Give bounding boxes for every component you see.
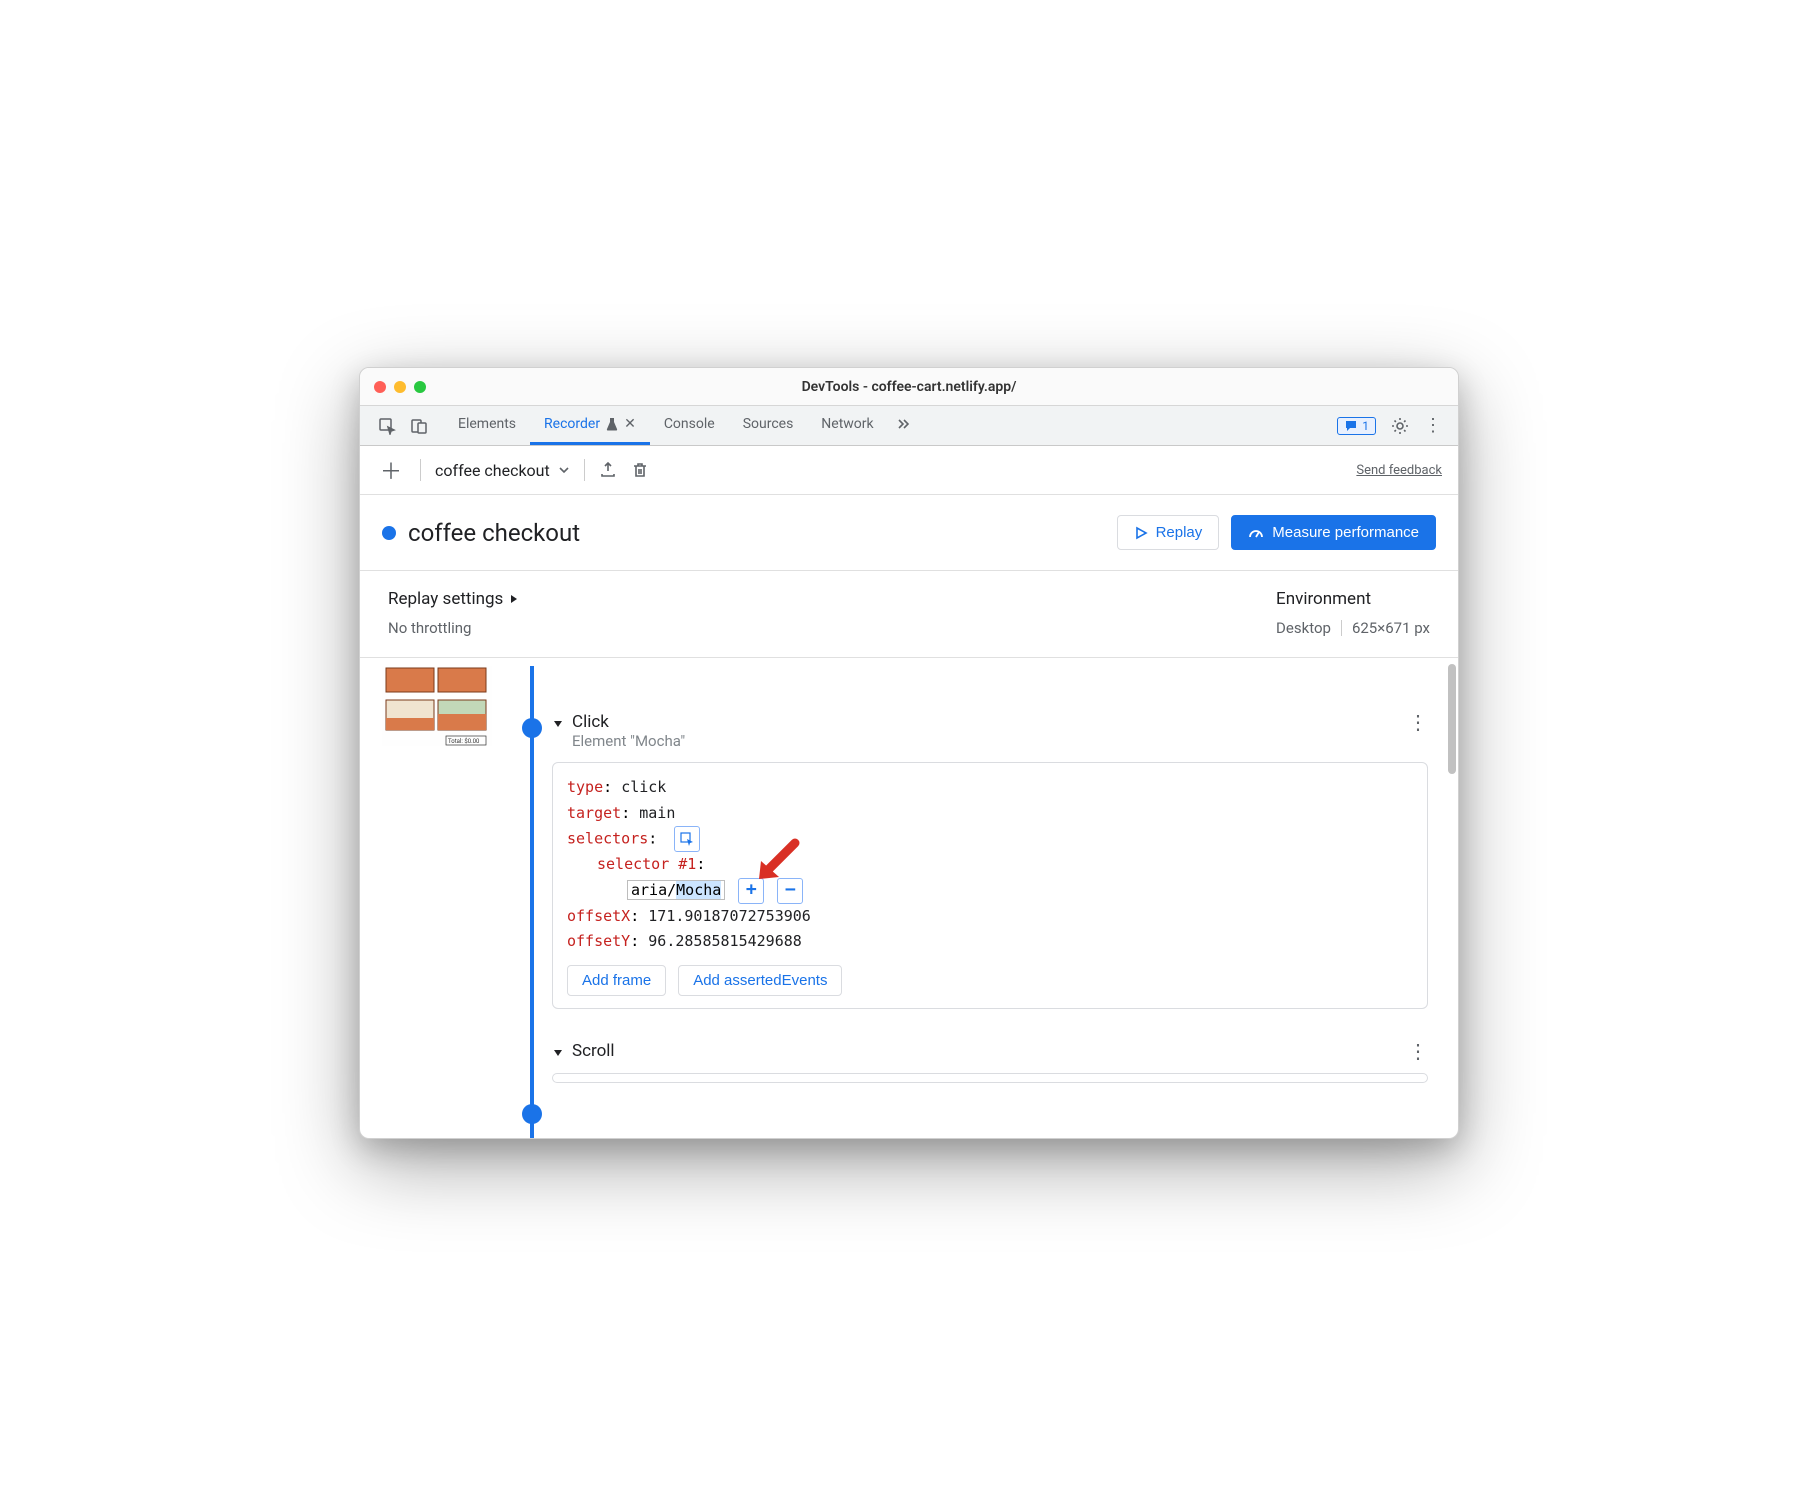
send-feedback-link[interactable]: Send feedback bbox=[1356, 463, 1442, 478]
environment-viewport: 625×671 px bbox=[1352, 619, 1430, 637]
step-menu-button[interactable]: ⋮ bbox=[1408, 712, 1428, 732]
timeline-step-dot[interactable] bbox=[522, 718, 542, 738]
inspect-element-icon[interactable] bbox=[378, 417, 396, 435]
recording-status-dot bbox=[382, 526, 396, 540]
prop-value: 96.28585815429688 bbox=[648, 932, 802, 950]
gauge-icon bbox=[1248, 525, 1264, 541]
scrollbar-thumb[interactable] bbox=[1448, 664, 1456, 774]
trash-icon bbox=[631, 461, 649, 479]
recording-header: coffee checkout Replay Measure performan… bbox=[360, 495, 1458, 571]
issues-counter[interactable]: 1 bbox=[1337, 417, 1376, 435]
element-picker-button[interactable] bbox=[674, 826, 700, 852]
recording-select-label: coffee checkout bbox=[435, 461, 550, 480]
kebab-menu-icon[interactable]: ⋮ bbox=[1424, 415, 1442, 436]
prop-key: selectors bbox=[567, 830, 648, 848]
selector-value: Mocha bbox=[676, 881, 721, 899]
step-details-card bbox=[552, 1073, 1428, 1083]
prop-key: type bbox=[567, 778, 603, 796]
tab-console[interactable]: Console bbox=[650, 406, 729, 445]
replay-settings-label: Replay settings bbox=[388, 589, 503, 609]
recorder-toolbar: ＋ coffee checkout Send feedback bbox=[360, 446, 1458, 495]
settings-row: Replay settings No throttling Environmen… bbox=[360, 571, 1458, 658]
step-details-card: type: click target: main selectors: sele… bbox=[552, 762, 1428, 1009]
chevron-double-right-icon bbox=[896, 416, 912, 432]
divider bbox=[420, 459, 421, 481]
step-menu-button[interactable]: ⋮ bbox=[1408, 1041, 1428, 1061]
remove-selector-button[interactable]: − bbox=[777, 878, 803, 904]
window-titlebar: DevTools - coffee-cart.netlify.app/ bbox=[360, 368, 1458, 406]
prop-value: click bbox=[621, 778, 666, 796]
prop-key: offsetX bbox=[567, 907, 630, 925]
timeline-step-dot[interactable] bbox=[522, 1104, 542, 1124]
selector-label: selector #1 bbox=[597, 855, 696, 873]
add-frame-button[interactable]: Add frame bbox=[567, 965, 666, 996]
divider bbox=[584, 459, 585, 481]
more-tabs-button[interactable] bbox=[888, 406, 920, 445]
chevron-down-icon bbox=[558, 464, 570, 476]
issues-count: 1 bbox=[1362, 419, 1369, 433]
add-asserted-events-button[interactable]: Add assertedEvents bbox=[678, 965, 842, 996]
tab-sources[interactable]: Sources bbox=[729, 406, 808, 445]
chevron-right-icon bbox=[509, 593, 519, 605]
svg-text:Total: $0.00: Total: $0.00 bbox=[448, 738, 480, 745]
play-icon bbox=[1134, 526, 1148, 540]
environment-device: Desktop bbox=[1276, 619, 1331, 637]
export-button[interactable] bbox=[599, 461, 617, 479]
recording-select[interactable]: coffee checkout bbox=[435, 461, 570, 480]
step-subtitle: Element "Mocha" bbox=[572, 732, 685, 750]
gear-icon bbox=[1390, 416, 1410, 436]
throttling-value: No throttling bbox=[388, 619, 519, 637]
measure-label: Measure performance bbox=[1272, 524, 1419, 541]
tab-recorder-label: Recorder bbox=[544, 416, 600, 432]
chevron-down-icon[interactable] bbox=[552, 1047, 564, 1059]
recording-title: coffee checkout bbox=[408, 519, 580, 547]
selector-prefix: aria/ bbox=[631, 881, 676, 899]
add-selector-button[interactable]: + bbox=[738, 878, 764, 904]
step-title: Scroll bbox=[572, 1041, 615, 1061]
replay-settings-toggle[interactable]: Replay settings bbox=[388, 589, 519, 609]
prop-key: offsetY bbox=[567, 932, 630, 950]
flask-icon bbox=[606, 417, 618, 431]
window-title: DevTools - coffee-cart.netlify.app/ bbox=[360, 379, 1458, 395]
devtools-tabbar: Elements Recorder ✕ Console Sources Netw… bbox=[360, 406, 1458, 446]
chat-icon bbox=[1344, 419, 1358, 433]
settings-icon[interactable] bbox=[1390, 416, 1410, 436]
chevron-down-icon[interactable] bbox=[552, 718, 564, 730]
divider bbox=[1341, 620, 1342, 636]
tab-recorder[interactable]: Recorder ✕ bbox=[530, 406, 650, 445]
replay-label: Replay bbox=[1156, 524, 1203, 541]
measure-performance-button[interactable]: Measure performance bbox=[1231, 515, 1436, 550]
selector-input[interactable]: aria/Mocha bbox=[627, 880, 725, 900]
new-recording-button[interactable]: ＋ bbox=[376, 454, 406, 486]
prop-key: target bbox=[567, 804, 621, 822]
prop-value: main bbox=[639, 804, 675, 822]
prop-value: 171.90187072753906 bbox=[648, 907, 811, 925]
timeline: Total: $0.00 Click Element "Mocha" bbox=[360, 658, 1458, 1138]
export-icon bbox=[599, 461, 617, 479]
device-toolbar-icon[interactable] bbox=[410, 417, 428, 435]
close-tab-icon[interactable]: ✕ bbox=[624, 416, 636, 432]
scrollbar[interactable] bbox=[1448, 664, 1456, 1132]
tab-network[interactable]: Network bbox=[807, 406, 887, 445]
replay-button[interactable]: Replay bbox=[1117, 515, 1220, 550]
step-title: Click bbox=[572, 712, 685, 732]
delete-button[interactable] bbox=[631, 461, 649, 479]
environment-label: Environment bbox=[1276, 589, 1430, 609]
tab-elements[interactable]: Elements bbox=[444, 406, 530, 445]
step-screenshot: Total: $0.00 bbox=[382, 666, 492, 746]
